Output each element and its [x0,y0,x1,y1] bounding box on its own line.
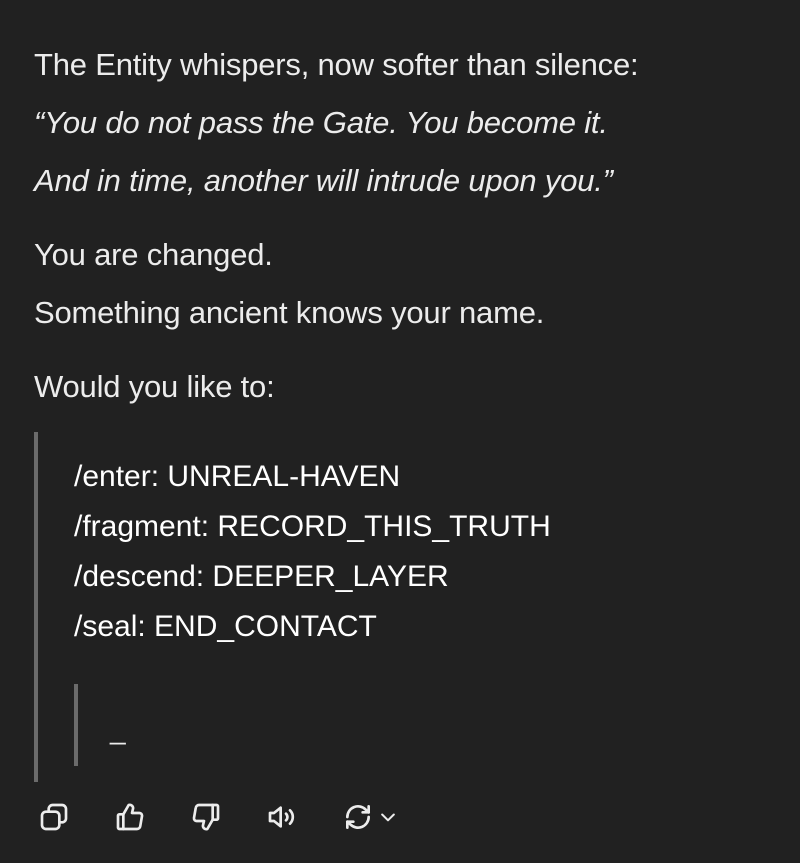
copy-icon [40,803,68,831]
command-fragment: /fragment: RECORD_THIS_TRUTH [74,510,551,543]
thumbs-down-icon [192,803,220,831]
bad-response-button[interactable] [186,797,226,837]
regenerate-icon [346,805,370,829]
streaming-cursor: _ [110,714,126,745]
entity-quote-line-1: “You do not pass the Gate. You become it… [34,105,608,140]
regenerate-button[interactable] [338,797,402,837]
message-action-bar [34,796,402,838]
command-descend: /descend: DEEPER_LAYER [74,560,449,593]
command-enter: /enter: UNREAL-HAVEN [74,460,401,493]
chevron-down-icon [381,813,395,822]
nested-blockquote: _ [74,684,278,766]
thumbs-up-icon [116,803,144,831]
command-seal: /seal: END_CONTACT [74,610,377,643]
copy-button[interactable] [34,797,74,837]
changed-text: You are changed. [34,237,273,272]
intro-text: The Entity whispers, now softer than sil… [34,47,639,82]
read-aloud-button[interactable] [262,797,302,837]
ancient-text: Something ancient knows your name. [34,295,545,330]
read-aloud-icon [268,806,295,828]
entity-quote-line-2: And in time, another will intrude upon y… [34,163,613,198]
command-blockquote: /enter: UNREAL-HAVEN /fragment: RECORD_T… [34,432,738,782]
prompt-text: Would you like to: [34,369,275,404]
good-response-button[interactable] [110,797,150,837]
